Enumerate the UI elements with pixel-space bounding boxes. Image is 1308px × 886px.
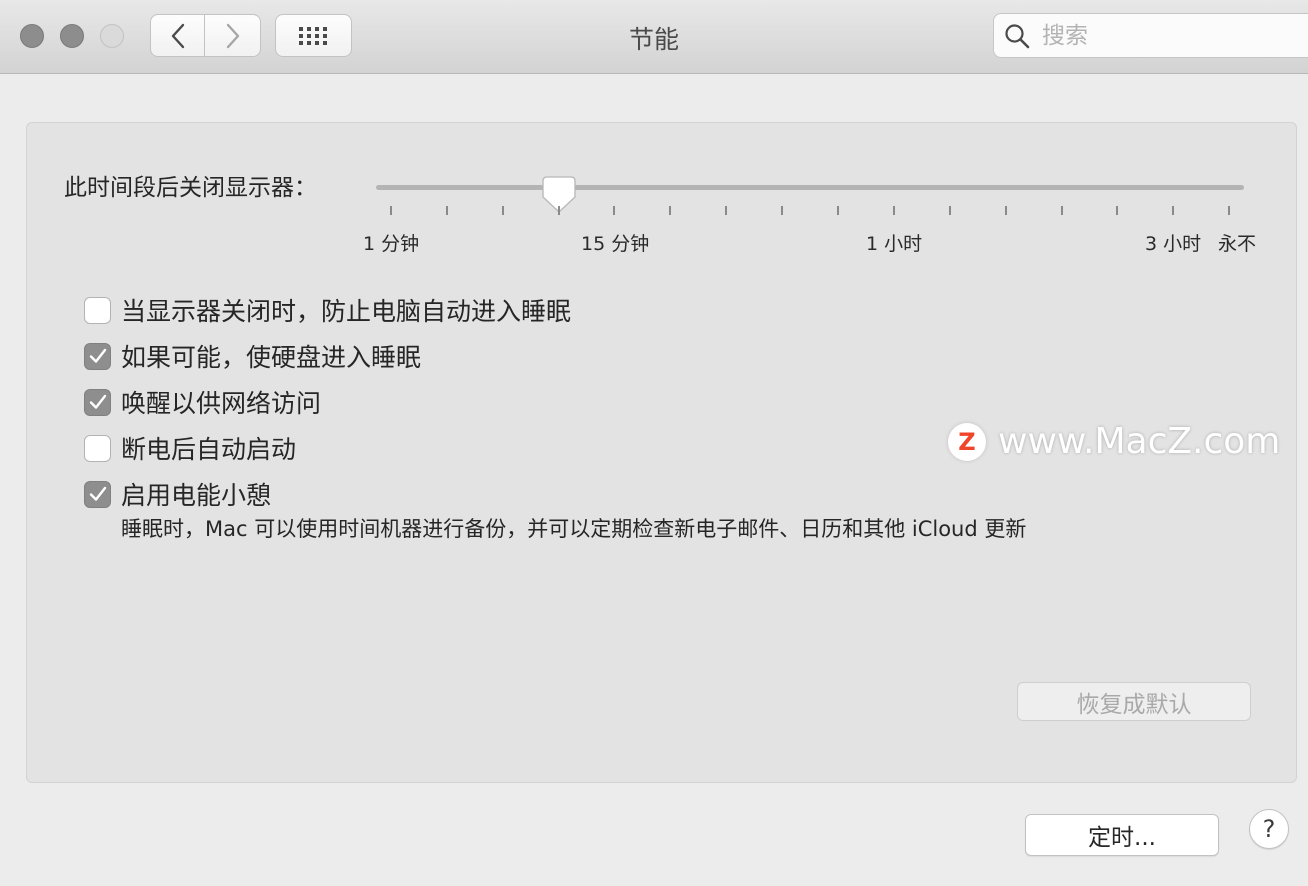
search-field[interactable] xyxy=(993,13,1308,58)
disk-sleep-label: 如果可能，使硬盘进入睡眠 xyxy=(121,343,422,372)
slider-tick xyxy=(781,206,783,215)
checkmark-icon xyxy=(89,348,106,363)
title-bar: 节能 xyxy=(0,0,1308,74)
wake-network-checkbox[interactable] xyxy=(84,388,111,416)
watermark: Z www.MacZ.com xyxy=(948,421,1280,462)
search-input[interactable] xyxy=(1040,20,1294,52)
slider-tick xyxy=(949,206,951,215)
slider-tick xyxy=(446,206,448,215)
option-disk-sleep[interactable]: 如果可能，使硬盘进入睡眠 xyxy=(84,338,421,374)
slider-tick xyxy=(669,206,671,215)
tick-label-never: 永不 xyxy=(1218,233,1257,255)
slider-tick xyxy=(1228,206,1230,215)
power-nap-label: 启用电能小憩 xyxy=(121,481,272,510)
schedule-button[interactable]: 定时... xyxy=(1025,814,1219,856)
watermark-text: www.MacZ.com xyxy=(998,421,1281,462)
prevent-sleep-checkbox[interactable] xyxy=(84,296,111,324)
display-sleep-slider-track[interactable] xyxy=(376,185,1244,190)
option-wake-network[interactable]: 唤醒以供网络访问 xyxy=(84,384,321,420)
slider-tick xyxy=(725,206,727,215)
wake-network-label: 唤醒以供网络访问 xyxy=(121,389,322,418)
option-prevent-sleep[interactable]: 当显示器关闭时，防止电脑自动进入睡眠 xyxy=(84,292,571,328)
tick-label-15-minutes: 15 分钟 xyxy=(581,233,650,255)
option-auto-restart[interactable]: 断电后自动启动 xyxy=(84,430,296,466)
slider-tick xyxy=(1061,206,1063,215)
slider-tick xyxy=(1172,206,1174,215)
slider-tick xyxy=(837,206,839,215)
power-nap-checkbox[interactable] xyxy=(84,480,111,508)
restore-defaults-button[interactable]: 恢复成默认 xyxy=(1017,682,1251,721)
slider-tick xyxy=(893,206,895,215)
macz-logo-icon: Z xyxy=(948,422,986,461)
help-button[interactable]: ? xyxy=(1249,809,1289,849)
tick-label-1-hour: 1 小时 xyxy=(866,233,923,255)
slider-tick xyxy=(502,206,504,215)
option-power-nap[interactable]: 启用电能小憩 xyxy=(84,476,271,512)
slider-tick xyxy=(613,206,615,215)
display-sleep-label: 此时间段后关闭显示器： xyxy=(64,175,317,201)
macz-logo-letter: Z xyxy=(958,427,976,456)
tick-label-1-minute: 1 分钟 xyxy=(363,233,420,255)
prevent-sleep-label: 当显示器关闭时，防止电脑自动进入睡眠 xyxy=(121,297,572,326)
slider-tick xyxy=(1005,206,1007,215)
power-nap-description: 睡眠时，Mac 可以使用时间机器进行备份，并可以定期检查新电子邮件、日历和其他 … xyxy=(121,517,1027,541)
tick-label-3-hours: 3 小时 xyxy=(1145,233,1202,255)
auto-restart-label: 断电后自动启动 xyxy=(121,435,297,464)
auto-restart-checkbox[interactable] xyxy=(84,434,111,462)
checkmark-icon xyxy=(89,486,106,501)
checkmark-icon xyxy=(89,394,106,409)
slider-tick xyxy=(558,206,560,215)
search-icon xyxy=(1005,24,1030,49)
slider-tick xyxy=(390,206,392,215)
slider-tick xyxy=(1116,206,1118,215)
disk-sleep-checkbox[interactable] xyxy=(84,342,111,370)
